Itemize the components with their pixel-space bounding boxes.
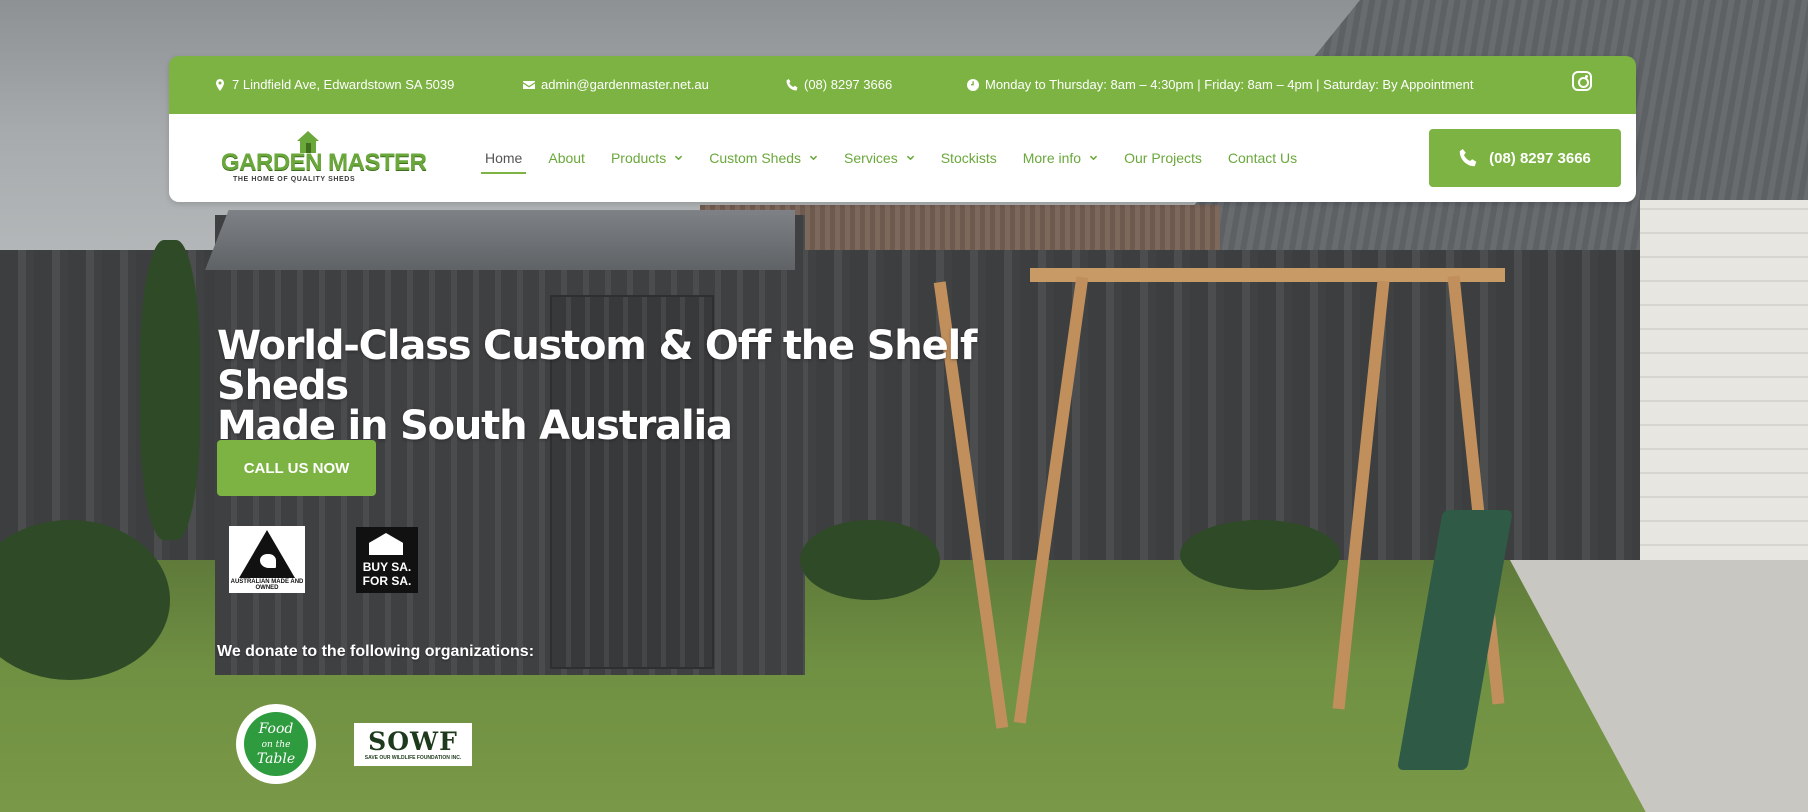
food-logo-circle: Food on the Table — [244, 712, 308, 776]
map-marker-icon — [216, 78, 224, 91]
nav-item-about[interactable]: About — [535, 114, 598, 202]
nav-item-custom-sheds[interactable]: Custom Sheds — [696, 114, 831, 202]
nav-item-services[interactable]: Services — [831, 114, 928, 202]
phone-icon — [1459, 149, 1477, 167]
nav-label: Stockists — [940, 150, 997, 166]
nav-item-more-info[interactable]: More info — [1010, 114, 1111, 202]
primary-nav: Home About Products Custom Sheds Service… — [472, 114, 1310, 202]
garden-master-logo[interactable]: GARDEN MASTER THE HOME OF QUALITY SHEDS — [221, 131, 427, 187]
australian-made-logo: AUSTRALIAN MADE AND OWNED — [229, 526, 305, 593]
phone-icon — [786, 78, 798, 90]
food-logo-line-1: Food — [258, 721, 294, 737]
header-call-button[interactable]: (08) 8297 3666 — [1429, 129, 1621, 187]
phone-link[interactable]: (08) 8297 3666 — [804, 77, 892, 92]
logo-tagline: THE HOME OF QUALITY SHEDS — [233, 176, 356, 183]
hero-title: World-Class Custom & Off the Shelf Sheds… — [217, 326, 1017, 446]
buy-sa-line-2: FOR SA. — [362, 574, 412, 588]
sowf-logo-subtitle: SAVE OUR WILDLIFE FOUNDATION INC. — [364, 755, 462, 761]
nav-item-home[interactable]: Home — [472, 114, 535, 202]
nav-item-our-projects[interactable]: Our Projects — [1111, 114, 1215, 202]
nav-label: Custom Sheds — [709, 150, 802, 166]
logo-wordmark: GARDEN MASTER — [221, 149, 427, 176]
nav-label: Products — [610, 150, 667, 166]
site-header: 7 Lindfield Ave, Edwardstown SA 5039 adm… — [169, 56, 1636, 202]
buy-sa-line-1: BUY SA. — [362, 560, 412, 574]
clock-icon — [967, 78, 979, 91]
chevron-down-icon — [675, 155, 683, 160]
house-icon — [369, 533, 403, 555]
buy-sa-text: BUY SA. FOR SA. — [356, 560, 418, 588]
buy-sa-logo: BUY SA. FOR SA. — [356, 527, 418, 593]
chevron-down-icon — [906, 155, 914, 160]
kangaroo-icon — [260, 554, 276, 568]
call-button-label: (08) 8297 3666 — [1489, 149, 1591, 167]
sowf-logo-title: SOWF — [368, 727, 458, 756]
australian-made-text: AUSTRALIAN MADE AND OWNED — [230, 579, 304, 591]
call-us-now-button[interactable]: CALL US NOW — [217, 440, 376, 496]
email-info[interactable]: admin@gardenmaster.net.au — [523, 77, 709, 92]
hours-info: Monday to Thursday: 8am – 4:30pm | Frida… — [967, 77, 1473, 92]
hero-title-line-1: World-Class Custom & Off the Shelf Sheds — [217, 323, 977, 409]
nav-label: Services — [844, 150, 898, 166]
top-info-bar: 7 Lindfield Ave, Edwardstown SA 5039 adm… — [169, 56, 1636, 114]
food-logo-line-3: Table — [256, 751, 296, 767]
food-on-the-table-logo[interactable]: Food on the Table — [236, 704, 316, 784]
nav-item-products[interactable]: Products — [598, 114, 696, 202]
envelope-icon — [523, 80, 535, 89]
nav-item-stockists[interactable]: Stockists — [928, 114, 1010, 202]
nav-label: Our Projects — [1124, 150, 1202, 166]
active-underline — [481, 172, 527, 174]
address-info: 7 Lindfield Ave, Edwardstown SA 5039 — [214, 77, 454, 92]
main-navbar: GARDEN MASTER THE HOME OF QUALITY SHEDS … — [169, 114, 1636, 202]
nav-label: More info — [1022, 150, 1082, 166]
nav-item-contact-us[interactable]: Contact Us — [1215, 114, 1310, 202]
instagram-icon[interactable] — [1572, 71, 1592, 91]
email-link[interactable]: admin@gardenmaster.net.au — [541, 77, 709, 92]
food-logo-line-2: on the — [261, 740, 291, 750]
sowf-logo[interactable]: SOWF SAVE OUR WILDLIFE FOUNDATION INC. — [354, 723, 472, 766]
nav-label: Contact Us — [1227, 150, 1298, 166]
donate-text: We donate to the following organizations… — [217, 643, 535, 660]
hours-text: Monday to Thursday: 8am – 4:30pm | Frida… — [985, 77, 1474, 92]
chevron-down-icon — [1089, 155, 1098, 160]
address-text: 7 Lindfield Ave, Edwardstown SA 5039 — [232, 77, 455, 92]
chevron-down-icon — [809, 155, 818, 160]
nav-label: Home — [485, 150, 523, 166]
nav-label: About — [548, 150, 585, 166]
phone-info[interactable]: (08) 8297 3666 — [786, 77, 892, 92]
